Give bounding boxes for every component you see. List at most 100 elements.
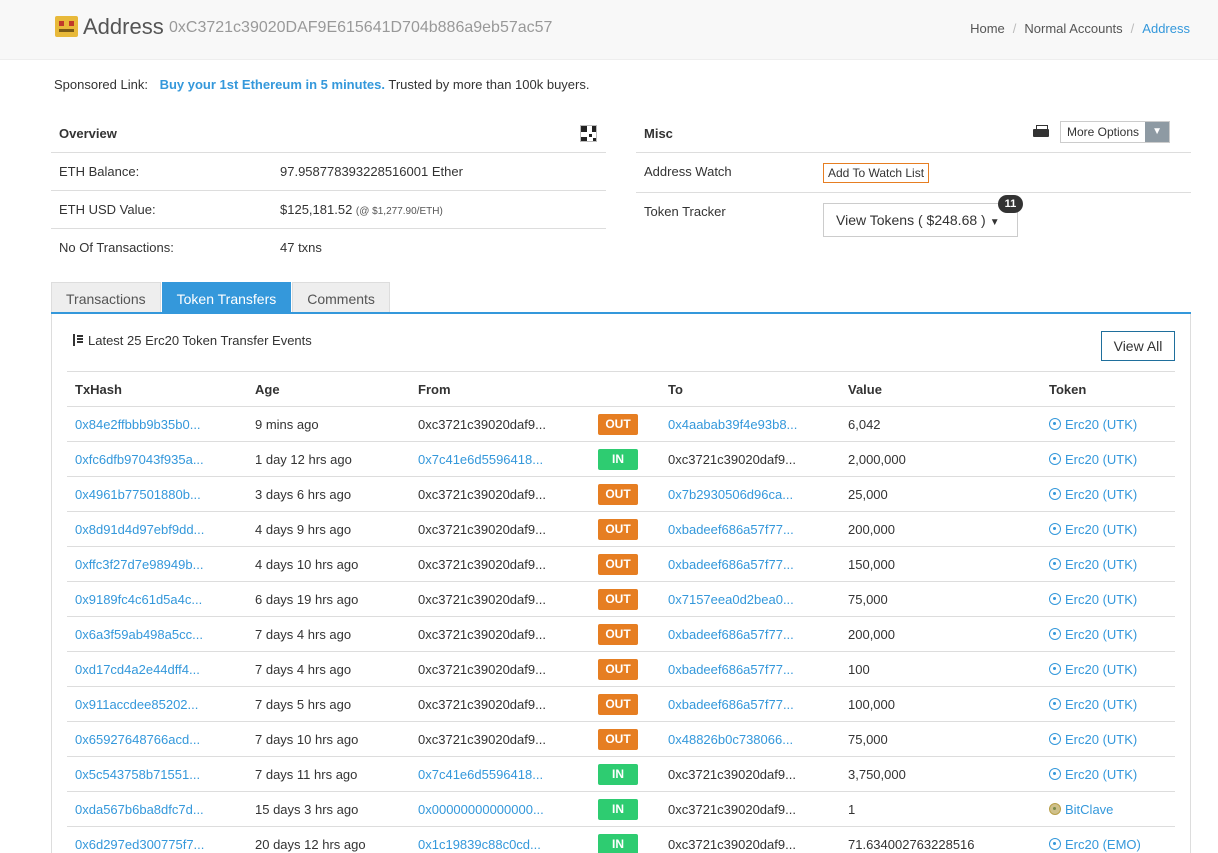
- table-row: 0x911accdee85202... 7 days 5 hrs ago 0xc37…: [67, 686, 1175, 722]
- qr-code-icon[interactable]: [580, 125, 597, 142]
- to-address[interactable]: 0xbadeef686a57f77...: [660, 651, 840, 687]
- direction-badge: OUT: [598, 728, 638, 750]
- transfer-value: 3,750,000: [840, 756, 1041, 792]
- token-link[interactable]: Erc20 (UTK): [1041, 581, 1175, 617]
- direction-cell: OUT: [590, 616, 660, 652]
- direction-cell: OUT: [590, 546, 660, 582]
- to-address[interactable]: 0x7157eea0d2bea0...: [660, 581, 840, 617]
- token-name: Erc20 (UTK): [1065, 696, 1138, 712]
- tab-token-transfers[interactable]: Token Transfers: [161, 282, 292, 313]
- direction-badge: OUT: [598, 483, 638, 505]
- table-row: 0x84e2ffbbb9b35b0... 9 mins ago 0xc3721c39…: [67, 406, 1175, 442]
- from-address[interactable]: 0x7c41e6d5596418...: [410, 441, 590, 477]
- tx-hash-link[interactable]: 0x5c543758b71551...: [67, 756, 247, 792]
- token-link[interactable]: Erc20 (UTK): [1041, 546, 1175, 582]
- column-header-txhash: TxHash: [67, 371, 247, 407]
- tx-hash-link[interactable]: 0xd17cd4a2e44dff4...: [67, 651, 247, 687]
- table-header-row: TxHash Age From To Value Token: [67, 371, 1175, 407]
- page-title: Address: [83, 14, 164, 39]
- direction-cell: OUT: [590, 406, 660, 442]
- token-icon: [1049, 557, 1061, 570]
- to-address[interactable]: 0xbadeef686a57f77...: [660, 546, 840, 582]
- token-link[interactable]: Erc20 (UTK): [1041, 721, 1175, 757]
- to-address[interactable]: 0x7b2930506d96ca...: [660, 476, 840, 512]
- token-link[interactable]: Erc20 (UTK): [1041, 756, 1175, 792]
- token-name: Erc20 (UTK): [1065, 626, 1138, 642]
- token-icon: [1049, 802, 1061, 815]
- direction-badge: OUT: [598, 413, 638, 435]
- direction-cell: OUT: [590, 686, 660, 722]
- caret-down-icon: ▼: [989, 217, 1000, 228]
- table-row: 0x5c543758b71551... 7 days 11 hrs ago 0x7c…: [67, 756, 1175, 792]
- table-row: 0x8d91d4d97ebf9dd... 4 days 9 hrs ago 0xc3…: [67, 511, 1175, 547]
- direction-badge: IN: [598, 448, 638, 470]
- transfer-value: 75,000: [840, 721, 1041, 757]
- tx-age: 7 days 5 hrs ago: [247, 686, 410, 722]
- token-link[interactable]: Erc20 (EMO): [1041, 826, 1175, 853]
- to-address[interactable]: 0x4aabab39f4e93b8...: [660, 406, 840, 442]
- table-row: 0xda567b6ba8dfc7d... 15 days 3 hrs ago 0x0…: [67, 791, 1175, 827]
- direction-badge: OUT: [598, 518, 638, 540]
- tab-comments[interactable]: Comments: [292, 282, 390, 313]
- tx-hash-link[interactable]: 0x911accdee85202...: [67, 686, 247, 722]
- to-address[interactable]: 0xbadeef686a57f77...: [660, 686, 840, 722]
- tx-hash-link[interactable]: 0x65927648766acd...: [67, 721, 247, 757]
- tx-hash-link[interactable]: 0xfc6dfb97043f935a...: [67, 441, 247, 477]
- tx-hash-link[interactable]: 0xda567b6ba8dfc7d...: [67, 791, 247, 827]
- view-tokens-dropdown[interactable]: View Tokens ( $248.68 ) ▼: [823, 203, 1018, 237]
- token-link[interactable]: Erc20 (UTK): [1041, 476, 1175, 512]
- direction-badge: OUT: [598, 588, 638, 610]
- tx-age: 7 days 11 hrs ago: [247, 756, 410, 792]
- tab-transactions[interactable]: Transactions: [51, 282, 161, 313]
- token-link[interactable]: Erc20 (UTK): [1041, 441, 1175, 477]
- from-address[interactable]: 0x7c41e6d5596418...: [410, 756, 590, 792]
- token-link[interactable]: Erc20 (UTK): [1041, 406, 1175, 442]
- tx-hash-link[interactable]: 0x9189fc4c61d5a4c...: [67, 581, 247, 617]
- tx-hash-link[interactable]: 0x6a3f59ab498a5cc...: [67, 616, 247, 652]
- direction-badge: IN: [598, 833, 638, 853]
- tx-age: 3 days 6 hrs ago: [247, 476, 410, 512]
- to-address[interactable]: 0xbadeef686a57f77...: [660, 511, 840, 547]
- token-icon: [1049, 417, 1061, 430]
- token-link[interactable]: Erc20 (UTK): [1041, 686, 1175, 722]
- breadcrumb-home[interactable]: Home: [970, 21, 1005, 36]
- address-identicon-icon: [55, 16, 78, 37]
- more-options-label: More Options: [1067, 125, 1140, 139]
- view-all-button[interactable]: View All: [1101, 331, 1175, 361]
- from-address[interactable]: 0x00000000000000...: [410, 791, 590, 827]
- breadcrumb-address[interactable]: Address: [1142, 21, 1190, 36]
- from-address: 0xc3721c39020daf9...: [410, 721, 590, 757]
- more-options-dropdown[interactable]: More Options ▼: [1060, 121, 1171, 143]
- tx-hash-link[interactable]: 0x6d297ed300775f7...: [67, 826, 247, 853]
- print-icon[interactable]: [1033, 125, 1049, 139]
- tx-age: 4 days 10 hrs ago: [247, 546, 410, 582]
- tx-hash-link[interactable]: 0xffc3f27d7e98949b...: [67, 546, 247, 582]
- tx-age: 1 day 12 hrs ago: [247, 441, 410, 477]
- transactions-count-label: No Of Transactions:: [59, 240, 174, 255]
- token-name: Erc20 (UTK): [1065, 451, 1138, 467]
- from-address[interactable]: 0x1c19839c88c0cd...: [410, 826, 590, 853]
- add-to-watch-list-button[interactable]: Add To Watch List: [823, 163, 930, 183]
- sponsored-label: Sponsored Link:: [54, 77, 148, 92]
- token-icon: [1049, 522, 1061, 535]
- token-link[interactable]: Erc20 (UTK): [1041, 511, 1175, 547]
- tx-hash-link[interactable]: 0x84e2ffbbb9b35b0...: [67, 406, 247, 442]
- token-link[interactable]: BitClave: [1041, 791, 1175, 827]
- transfer-value: 100: [840, 651, 1041, 687]
- divider: [51, 190, 606, 191]
- to-address[interactable]: 0x48826b0c738066...: [660, 721, 840, 757]
- breadcrumb-separator: /: [1012, 21, 1017, 36]
- tx-hash-link[interactable]: 0x8d91d4d97ebf9dd...: [67, 511, 247, 547]
- tx-hash-link[interactable]: 0x4961b77501880b...: [67, 476, 247, 512]
- token-tracker-label: Token Tracker: [644, 204, 726, 219]
- token-link[interactable]: Erc20 (UTK): [1041, 616, 1175, 652]
- sponsored-ad-link[interactable]: Buy your 1st Ethereum in 5 minutes.: [160, 77, 385, 92]
- sort-icon: [71, 334, 84, 347]
- breadcrumb-normal-accounts[interactable]: Normal Accounts: [1024, 21, 1122, 36]
- token-icon: [1049, 592, 1061, 605]
- token-link[interactable]: Erc20 (UTK): [1041, 651, 1175, 687]
- token-icon: [1049, 487, 1061, 500]
- token-name: Erc20 (UTK): [1065, 486, 1138, 502]
- transfer-value: 200,000: [840, 511, 1041, 547]
- to-address[interactable]: 0xbadeef686a57f77...: [660, 616, 840, 652]
